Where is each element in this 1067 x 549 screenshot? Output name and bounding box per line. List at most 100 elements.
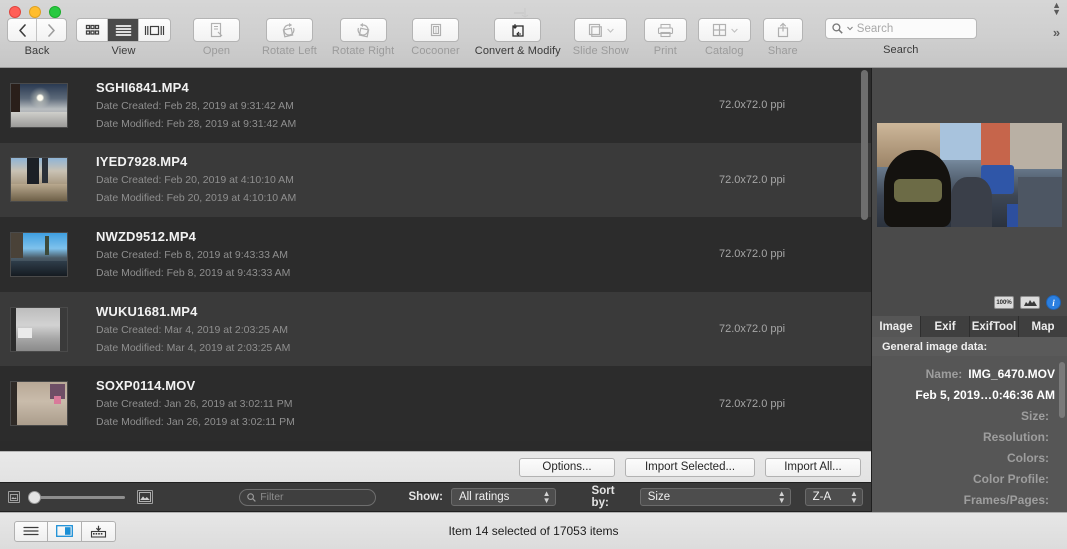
back-button[interactable]: [8, 19, 37, 41]
file-date-created: Date Created: Mar 4, 2019 at 2:03:25 AM: [96, 323, 289, 336]
file-meta: IYED7928.MP4 Date Created: Feb 20, 2019 …: [96, 154, 671, 205]
property-row: Size:: [878, 406, 1055, 427]
tab-image[interactable]: Image: [872, 316, 921, 337]
file-browser-pane: SGHI6841.MP4 Date Created: Feb 28, 2019 …: [0, 68, 871, 512]
toolbar-item-convert-modify[interactable]: Convert & Modify: [475, 18, 561, 57]
file-name: WUKU1681.MP4: [96, 303, 198, 319]
zoom-100-percent-icon[interactable]: 100%: [994, 296, 1014, 309]
thumbnail: [10, 231, 68, 277]
toolbar-item-share: Share: [762, 18, 803, 57]
small-thumbnail-icon[interactable]: [8, 491, 21, 503]
toolbar-item-view[interactable]: View: [76, 18, 171, 57]
property-key: Color Profile:: [972, 472, 1049, 486]
preview-view-icon[interactable]: [139, 19, 170, 41]
toolbar-item-search[interactable]: Search Search: [824, 18, 977, 56]
file-name: NWZD9512.MP4: [96, 228, 197, 244]
toolbar-label-open: Open: [202, 45, 231, 57]
thumbnail-view-icon[interactable]: [77, 19, 108, 41]
file-meta: WUKU1681.MP4 Date Created: Mar 4, 2019 a…: [96, 304, 671, 355]
file-list-scrollbar[interactable]: [860, 70, 869, 449]
stepper-icon[interactable]: ▲ ▼: [543, 490, 551, 505]
table-row[interactable]: SOXP0114.MOV Date Created: Jan 26, 2019 …: [0, 366, 871, 441]
chevron-down-icon: [846, 26, 853, 31]
window-toolbar: Back View Open Rotate Left Rotate Right …: [0, 0, 1067, 68]
thumbnail-size-slider[interactable]: [28, 490, 126, 504]
file-name: SOXP0114.MOV: [96, 378, 196, 394]
toolbar-item-back[interactable]: Back: [7, 18, 67, 57]
info-icon[interactable]: i: [1046, 295, 1061, 310]
file-date-created: Date Created: Feb 20, 2019 at 4:10:10 AM: [96, 174, 294, 187]
inspector-pane: 100% i Image Exif ExifTool Map General i…: [871, 68, 1067, 512]
file-date-modified: Date Modified: Feb 20, 2019 at 4:10:10 A…: [96, 192, 297, 205]
sort-order-dropdown[interactable]: Z-A ▲ ▼: [804, 488, 863, 506]
import-all-button[interactable]: Import All...: [765, 457, 861, 477]
tab-exiftool[interactable]: ExifTool: [970, 316, 1019, 337]
thumbnail: [10, 157, 68, 203]
convert-modify-button[interactable]: [494, 18, 542, 42]
file-resolution: 72.0x72.0 ppi: [719, 248, 786, 261]
filter-input[interactable]: Filter: [239, 488, 377, 506]
stepper-icon[interactable]: ▲ ▼: [850, 490, 858, 505]
app-window: Back View Open Rotate Left Rotate Right …: [0, 0, 1067, 549]
file-meta: SOXP0114.MOV Date Created: Jan 26, 2019 …: [96, 378, 671, 429]
property-key: Name:: [925, 367, 963, 381]
sort-by-dropdown[interactable]: Size ▲ ▼: [639, 488, 791, 506]
sort-label: Sort by:: [591, 485, 615, 509]
list-view-icon[interactable]: [108, 19, 139, 41]
panel-view-toggle[interactable]: [48, 520, 82, 542]
table-row[interactable]: IYED7928.MP4 Date Created: Feb 20, 2019 …: [0, 142, 871, 218]
tab-map[interactable]: Map: [1019, 316, 1067, 337]
toolbar-label-print: Print: [653, 45, 677, 57]
search-field[interactable]: Search: [824, 18, 977, 39]
stepper-icon[interactable]: ▲ ▼: [778, 490, 786, 505]
filter-bar: Filter Show: All ratings ▲ ▼ Sort by: Siz…: [0, 482, 871, 512]
inspector-section-header: General image data:: [872, 337, 1067, 356]
search-icon: [832, 23, 843, 34]
back-forward-group[interactable]: [7, 18, 67, 42]
toolbar-item-print: Print: [643, 18, 687, 57]
file-list[interactable]: SGHI6841.MP4 Date Created: Feb 28, 2019 …: [0, 68, 871, 451]
property-key: Size:: [1020, 409, 1049, 423]
histogram-icon[interactable]: [1020, 296, 1040, 309]
toolbar-item-slide-show: Slide Show: [573, 18, 629, 57]
options-button[interactable]: Options...: [519, 457, 615, 477]
toolbar-item-rotate-right: Rotate Right: [332, 18, 394, 57]
zoom-button[interactable]: [49, 6, 61, 18]
slider-knob[interactable]: [28, 490, 42, 504]
inspector-scrollbar-thumb[interactable]: [1059, 362, 1065, 418]
import-selected-button[interactable]: Import Selected...: [625, 457, 755, 477]
property-row: Colors:: [878, 448, 1055, 469]
slide-show-button: [574, 18, 628, 42]
forward-button[interactable]: [37, 19, 66, 41]
table-row[interactable]: NWZD9512.MP4 Date Created: Feb 8, 2019 a…: [0, 217, 871, 292]
toolbar-label-slide-show: Slide Show: [572, 45, 629, 57]
slider-track: [28, 495, 126, 499]
close-button[interactable]: [9, 6, 21, 18]
view-mode-segmented-control[interactable]: [76, 18, 171, 42]
window-resize-stepper-icon[interactable]: ▲ ▼: [1052, 1, 1061, 17]
toolbar-overflow-button[interactable]: »: [1053, 25, 1060, 40]
show-ratings-dropdown[interactable]: All ratings ▲ ▼: [450, 488, 556, 506]
file-date-modified: Date Modified: Mar 4, 2019 at 2:03:25 AM: [96, 341, 291, 354]
import-actions-bar: Options... Import Selected... Import All…: [0, 451, 871, 482]
file-resolution: 72.0x72.0 ppi: [719, 397, 786, 410]
tab-exif[interactable]: Exif: [921, 316, 970, 337]
toolbar-label-share: Share: [767, 45, 798, 57]
file-meta: SGHI6841.MP4 Date Created: Feb 28, 2019 …: [96, 80, 671, 131]
import-device-toggle[interactable]: [82, 520, 116, 542]
property-row: Name: IMG_6470.MOV: [878, 364, 1055, 385]
scrollbar-thumb[interactable]: [861, 70, 868, 220]
table-row[interactable]: SGHI6841.MP4 Date Created: Feb 28, 2019 …: [0, 68, 871, 143]
large-thumbnail-icon[interactable]: [137, 490, 154, 504]
property-row: Resolution:: [878, 427, 1055, 448]
toolbar-label-search: Search: [883, 44, 919, 56]
file-resolution: 72.0x72.0 ppi: [719, 323, 786, 336]
open-button: [193, 18, 240, 42]
list-view-toggle[interactable]: [14, 520, 48, 542]
chevron-down-icon: [607, 28, 615, 33]
table-row[interactable]: WUKU1681.MP4 Date Created: Mar 4, 2019 a…: [0, 291, 871, 367]
minimize-button[interactable]: [29, 6, 41, 18]
search-icon: [247, 492, 257, 502]
property-key: Resolution:: [983, 430, 1049, 444]
print-button: [643, 18, 687, 42]
